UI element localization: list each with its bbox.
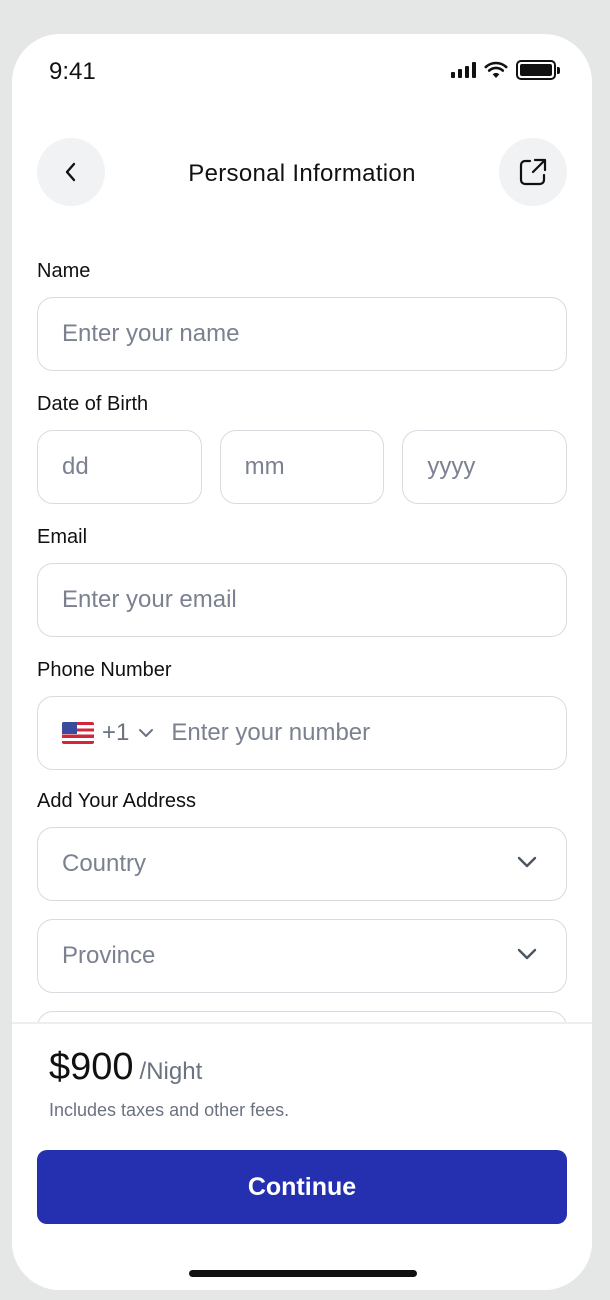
price-unit: /Night <box>139 1058 203 1085</box>
continue-button[interactable]: Continue <box>37 1150 567 1224</box>
email-label: Email <box>37 526 88 548</box>
chevron-down-icon[interactable] <box>137 727 155 739</box>
booking-footer: $900 /Night Includes taxes and other fee… <box>12 1024 592 1290</box>
name-placeholder: Enter your name <box>62 320 240 347</box>
status-bar: 9:41 <box>12 34 592 114</box>
price-row: $900 /Night <box>49 1046 202 1089</box>
email-placeholder: Enter your email <box>62 586 237 613</box>
dob-year-field[interactable]: yyyy <box>402 430 568 504</box>
country-select[interactable]: Country <box>37 827 567 901</box>
address-label: Add Your Address <box>37 790 197 812</box>
fees-note: Includes taxes and other fees. <box>49 1100 290 1120</box>
status-icons <box>451 60 560 80</box>
wifi-icon <box>484 61 508 78</box>
province-placeholder: Province <box>62 942 156 969</box>
status-time: 9:41 <box>49 58 96 85</box>
dob-month-field[interactable]: mm <box>219 430 385 504</box>
share-button[interactable] <box>499 138 567 206</box>
header: Personal Information <box>12 138 592 208</box>
price: $900 <box>49 1046 134 1088</box>
country-placeholder: Country <box>62 850 147 877</box>
name-field[interactable]: Enter your name <box>37 297 567 371</box>
phone-screen: 9:41 Personal Information Name Enter you… <box>12 34 592 1290</box>
battery-icon <box>516 60 560 80</box>
chevron-down-icon <box>517 856 537 868</box>
cellular-signal-icon <box>451 62 476 78</box>
dob-year-placeholder: yyyy <box>427 453 476 480</box>
external-link-icon <box>519 158 547 186</box>
phone-placeholder: Enter your number <box>171 719 371 746</box>
personal-info-form: Name Enter your name Date of Birth dd mm… <box>37 258 568 1085</box>
chevron-down-icon <box>517 948 537 960</box>
dob-day-placeholder: dd <box>62 453 89 480</box>
dob-day-field[interactable]: dd <box>37 430 202 504</box>
country-code[interactable]: +1 <box>102 719 129 747</box>
dob-label: Date of Birth <box>37 393 149 415</box>
dob-row: dd mm yyyy <box>37 430 568 504</box>
dob-month-placeholder: mm <box>244 453 285 480</box>
email-field[interactable]: Enter your email <box>37 563 567 637</box>
home-indicator <box>189 1270 417 1277</box>
phone-field[interactable]: +1 Enter your number <box>37 696 567 770</box>
us-flag-icon <box>62 722 94 744</box>
province-select[interactable]: Province <box>37 919 567 993</box>
name-label: Name <box>37 260 91 282</box>
phone-label: Phone Number <box>37 659 172 681</box>
